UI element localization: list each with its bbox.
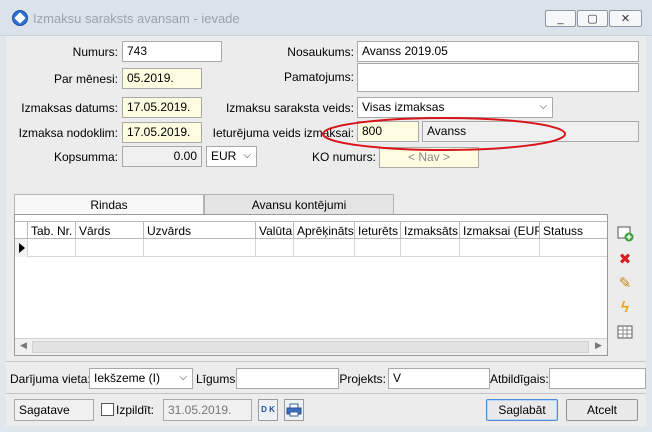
annotation-ellipse [322,117,566,151]
ligums-label: Līgums: [196,372,239,386]
dk-icon: D K [261,405,275,414]
darijuma-vieta-value: Iekšzeme (I) [94,371,161,385]
izmaksas-datums-label: Izmaksas datums: [21,101,118,115]
columns-icon[interactable] [616,323,634,341]
numurs-label: Numurs: [72,45,118,59]
projekts-label: Projekts: [339,372,386,386]
scroll-right-icon[interactable]: ▶ [591,340,606,354]
column-header[interactable]: Izmaksai (EUR) [460,222,540,239]
table-cell[interactable] [401,239,460,257]
table-cell[interactable] [76,239,144,257]
print-button[interactable] [284,399,304,421]
column-header[interactable]: Uzvārds [144,222,256,239]
table-cell[interactable] [294,239,355,257]
cancel-button[interactable]: Atcelt [566,399,638,421]
izmaksa-nodoklim-field[interactable]: 17.05.2019. [122,122,202,143]
minimize-button[interactable]: _ [545,10,576,27]
horizontal-scrollbar[interactable]: ◀ ▶ [15,338,607,355]
nosaukums-label: Nosaukums: [287,45,354,59]
projekts-field[interactable]: V [388,368,490,389]
par-menesi-field[interactable]: 05.2019. [122,68,202,89]
delete-row-icon[interactable]: ✖ [616,250,634,268]
izmaksas-datums-field[interactable]: 17.05.2019. [122,97,202,118]
pamatojums-label: Pamatojums: [283,70,354,84]
column-header[interactable]: Vārds [76,222,144,239]
saraksta-veids-label: Izmaksu saraksta veids: [225,101,354,115]
grid-header: Tab. Nr. Vārds Uzvārds Valūta Aprēķināts… [15,221,607,239]
current-row-marker-icon [19,243,25,253]
table-cell[interactable] [460,239,540,257]
scroll-left-icon[interactable]: ◀ [16,340,31,354]
table-cell[interactable] [28,239,76,257]
scrollbar-thumb[interactable] [32,341,589,353]
column-header[interactable]: Aprēķināts [294,222,355,239]
title-bar: Izmaksu saraksts avansam - ievade _ ▢ ✕ [0,0,652,36]
printer-icon [286,403,302,417]
save-button[interactable]: Saglabāt [486,399,558,421]
table-cell[interactable] [144,239,256,257]
numurs-field[interactable]: 743 [122,41,222,62]
table-cell[interactable] [256,239,294,257]
column-header[interactable]: Izmaksāts [401,222,460,239]
maximize-button[interactable]: ▢ [577,10,608,27]
rows-grid[interactable]: Tab. Nr. Vārds Uzvārds Valūta Aprēķināts… [14,214,608,356]
grid-header-corner [15,222,28,239]
add-row-icon[interactable] [616,224,634,242]
kopsumma-field: 0.00 [122,146,202,167]
column-header[interactable]: Statuss [540,222,607,239]
table-row[interactable] [15,239,607,257]
currency-value: EUR [211,149,237,163]
izpildit-date-field: 31.05.2019. [163,399,252,421]
nosaukums-field[interactable]: Avanss 2019.05 [357,41,639,62]
atbildigais-field[interactable] [549,368,646,389]
column-header[interactable]: Ieturēts [355,222,401,239]
lightning-icon[interactable]: ϟ [616,298,634,316]
window-title: Izmaksu saraksts avansam - ievade [33,11,240,26]
table-cell[interactable] [540,239,607,257]
column-header[interactable]: Tab. Nr. [28,222,76,239]
app-icon [12,10,28,26]
saraksta-veids-value: Visas izmaksas [362,100,445,114]
izpildit-checkbox[interactable] [101,403,114,416]
darijuma-vieta-label: Darījuma vieta: [10,372,91,386]
chevron-down-icon: ⌵ [539,101,547,112]
par-menesi-label: Par mēnesi: [53,72,118,86]
tab-avansu-kontejumi[interactable]: Avansu kontējumi [204,194,394,214]
table-cell[interactable] [355,239,401,257]
row-selector[interactable] [15,239,28,257]
ligums-field[interactable] [236,368,339,389]
separator [6,361,646,362]
pamatojums-field[interactable] [357,63,639,92]
status-field: Sagatave [14,399,94,421]
tab-rindas[interactable]: Rindas [14,194,204,215]
edit-icon[interactable]: ✎ [616,274,634,292]
dk-button[interactable]: D K [258,399,278,421]
atbildigais-label: Atbildīgais: [490,372,549,386]
izpildit-label: Izpildīt: [116,403,155,417]
kopsumma-label: Kopsumma: [53,150,118,164]
darijuma-vieta-select[interactable]: Iekšzeme (I) ⌵ [89,368,193,389]
izmaksa-nodoklim-label: Izmaksa nodoklim: [18,126,118,140]
column-header[interactable]: Valūta [256,222,294,239]
chevron-down-icon: ⌵ [179,372,187,383]
separator [6,393,646,394]
close-button[interactable]: ✕ [609,10,642,27]
